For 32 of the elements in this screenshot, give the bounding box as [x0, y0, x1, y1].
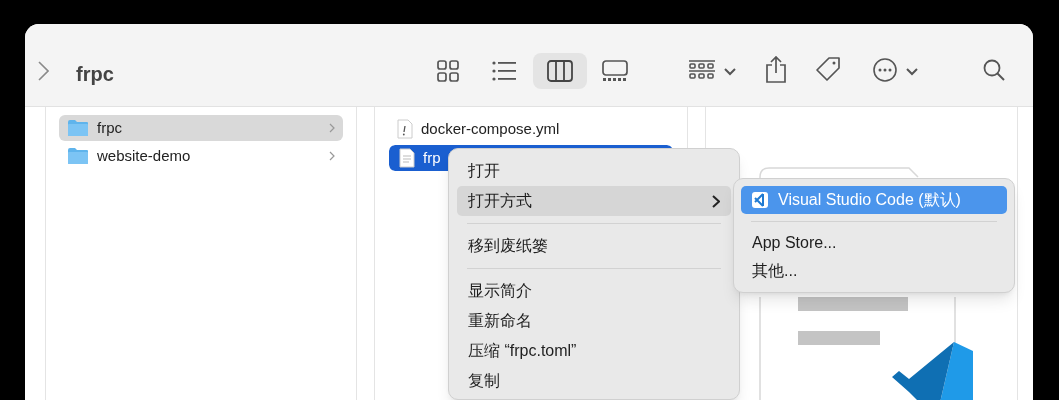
chevron-right-icon [329, 123, 335, 133]
folder-row[interactable]: website-demo [59, 143, 343, 169]
chevron-down-icon[interactable] [724, 68, 736, 76]
tag-icon[interactable] [815, 56, 841, 82]
folder-icon [67, 119, 89, 137]
window-title: frpc [76, 62, 114, 87]
file-row[interactable]: docker-compose.yml [389, 116, 673, 142]
app-icon [752, 192, 768, 208]
folder-icon [67, 147, 89, 165]
search-icon[interactable] [983, 59, 1005, 81]
list-view-icon [492, 60, 518, 82]
document-icon [397, 119, 413, 139]
menu-item[interactable]: 重新命名 [457, 306, 731, 336]
gallery-view-icon [602, 60, 628, 82]
menu-item[interactable]: 压缩 “frpc.toml” [457, 336, 731, 366]
menu-item[interactable]: 移到废纸篓 [457, 231, 731, 261]
columns-view-button[interactable] [533, 53, 587, 89]
menu-item[interactable]: 其他... [741, 257, 1007, 285]
text-file-icon [399, 148, 415, 168]
menu-item[interactable]: 复制 [457, 366, 731, 396]
group-icon[interactable] [689, 60, 715, 82]
menu-item[interactable]: App Store... [741, 229, 1007, 257]
chevron-right-icon [329, 151, 335, 161]
menu-item[interactable]: 打开方式 [457, 186, 731, 216]
menu-item[interactable]: 打开 [457, 156, 731, 186]
share-icon[interactable] [765, 55, 787, 83]
folder-row[interactable]: frpc [59, 115, 343, 141]
more-icon[interactable] [873, 58, 897, 82]
back-icon[interactable] [38, 61, 49, 81]
chevron-down-icon[interactable] [906, 68, 918, 76]
menu-item[interactable]: 显示简介 [457, 276, 731, 306]
columns-view-icon [547, 60, 573, 82]
